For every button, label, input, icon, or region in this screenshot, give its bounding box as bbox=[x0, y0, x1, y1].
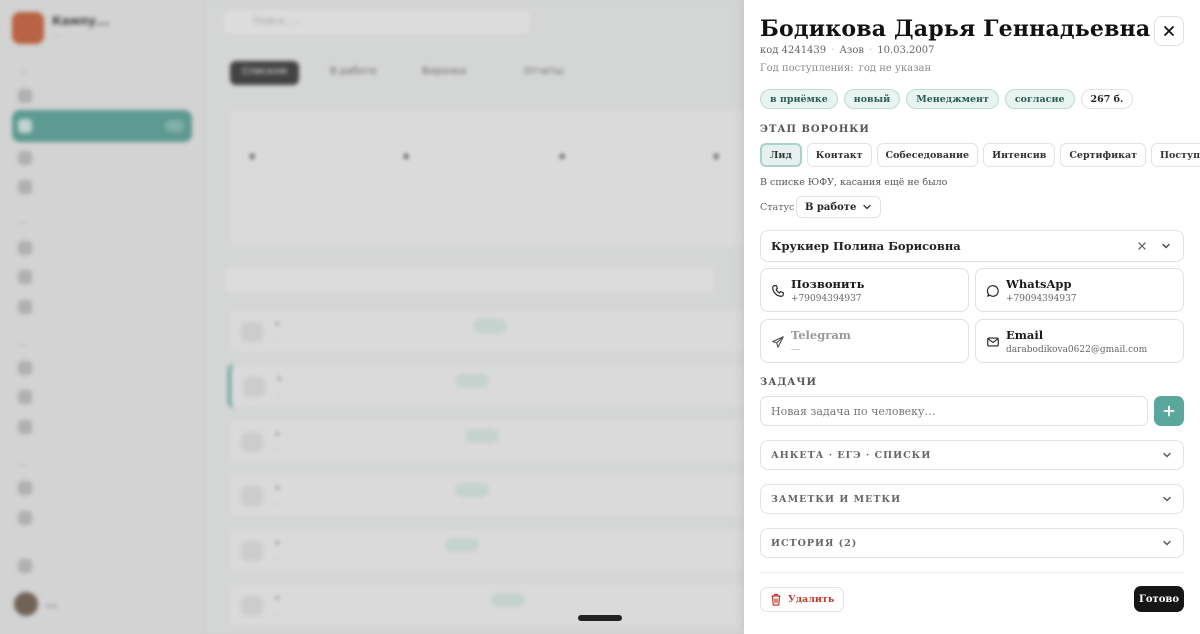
chevron-down-icon bbox=[1162, 243, 1170, 249]
section-title: АНКЕТА · ЕГЭ · СПИСКИ bbox=[771, 449, 932, 461]
stage-certificate[interactable]: Сертификат bbox=[1060, 143, 1147, 167]
stage-interview[interactable]: Собеседование bbox=[876, 143, 979, 167]
trash-icon bbox=[771, 593, 781, 606]
tasks-label: ЗАДАЧИ bbox=[760, 377, 817, 388]
contact-email-button[interactable]: Email darabodikova0622@gmail.com bbox=[975, 319, 1184, 363]
badge-score: 267 б. bbox=[1080, 89, 1134, 109]
status-select[interactable]: В работе bbox=[796, 196, 882, 218]
section-history[interactable]: ИСТОРИЯ (2) bbox=[760, 528, 1184, 558]
badge-program: Менеджмент bbox=[906, 89, 999, 109]
admission-year: Год поступления: год не указан bbox=[760, 63, 931, 74]
done-button[interactable]: Готово bbox=[1134, 586, 1184, 612]
stage-intensive[interactable]: Интенсив bbox=[983, 143, 1056, 167]
new-task-input[interactable] bbox=[760, 396, 1148, 426]
assignee-name: Крукиер Полина Борисовна bbox=[771, 239, 961, 253]
admission-year-value: год не указан bbox=[858, 63, 932, 74]
section-questionnaire[interactable]: АНКЕТА · ЕГЭ · СПИСКИ bbox=[760, 440, 1184, 470]
close-icon bbox=[1164, 26, 1174, 36]
close-button[interactable] bbox=[1154, 16, 1184, 46]
section-title: ЗАМЕТКИ И МЕТКИ bbox=[771, 493, 902, 505]
badge-consent: согласие bbox=[1004, 89, 1075, 109]
badge-row: в приёмке новый Менеджмент согласие 267 … bbox=[760, 89, 1134, 109]
person-birthdate: 10.03.2007 bbox=[877, 45, 935, 56]
status-value: В работе bbox=[805, 201, 857, 213]
section-notes[interactable]: ЗАМЕТКИ И МЕТКИ bbox=[760, 484, 1184, 514]
contact-value: darabodikova0622@gmail.com bbox=[1006, 345, 1148, 355]
scroll-handle[interactable] bbox=[578, 615, 622, 621]
stage-lead[interactable]: Лид bbox=[760, 143, 802, 167]
phone-icon bbox=[772, 285, 784, 297]
mail-icon bbox=[987, 337, 999, 347]
assignee-dropdown-toggle[interactable] bbox=[1159, 239, 1173, 253]
contact-whatsapp-button[interactable]: WhatsApp +79094394937 bbox=[975, 268, 1184, 312]
contact-label: Email bbox=[1006, 328, 1044, 342]
add-task-button[interactable] bbox=[1154, 396, 1184, 426]
funnel-stages: Лид Контакт Собеседование Интенсив Серти… bbox=[760, 143, 1200, 167]
funnel-label: ЭТАП ВОРОНКИ bbox=[760, 124, 870, 135]
chevron-down-icon bbox=[1163, 452, 1171, 458]
person-meta: код 4241439 · Азов · 10.03.2007 bbox=[760, 45, 934, 56]
contact-label: Telegram bbox=[791, 328, 851, 342]
chevron-down-icon bbox=[1163, 540, 1171, 546]
contact-label: Позвонить bbox=[791, 277, 865, 291]
stage-note: В списке ЮФУ, касания ещё не было bbox=[760, 177, 948, 188]
admission-year-label: Год поступления: bbox=[760, 63, 854, 74]
contact-label: WhatsApp bbox=[1006, 277, 1072, 291]
person-drawer: Бодикова Дарья Геннадьевна код 4241439 ·… bbox=[744, 0, 1200, 634]
person-code: код 4241439 bbox=[760, 45, 827, 56]
clear-icon bbox=[1138, 242, 1146, 250]
badge-new: новый bbox=[843, 89, 901, 109]
person-name: Бодикова Дарья Геннадьевна bbox=[760, 16, 1151, 42]
contact-telegram-button[interactable]: Telegram — bbox=[760, 319, 969, 363]
assignee-select[interactable]: Крукиер Полина Борисовна bbox=[760, 230, 1184, 262]
whatsapp-icon bbox=[986, 285, 999, 297]
contact-value: +79094394937 bbox=[791, 294, 862, 304]
stage-contact[interactable]: Контакт bbox=[806, 143, 872, 167]
contact-value: — bbox=[791, 345, 800, 355]
chevron-down-icon bbox=[1163, 496, 1171, 502]
chevron-down-icon bbox=[863, 204, 871, 210]
contact-call-button[interactable]: Позвонить +79094394937 bbox=[760, 268, 969, 312]
meta-separator: · bbox=[869, 45, 873, 56]
clear-assignee-button[interactable] bbox=[1135, 239, 1149, 253]
person-city: Азов bbox=[839, 45, 865, 56]
stage-enrolled[interactable]: Поступил bbox=[1151, 143, 1200, 167]
telegram-icon bbox=[772, 336, 784, 348]
footer-divider bbox=[760, 572, 1184, 573]
contact-value: +79094394937 bbox=[1006, 294, 1077, 304]
plus-icon bbox=[1163, 405, 1175, 417]
delete-label: Удалить bbox=[788, 594, 835, 605]
status-label: Статус bbox=[760, 202, 795, 213]
section-title: ИСТОРИЯ (2) bbox=[771, 537, 858, 549]
meta-separator: · bbox=[831, 45, 835, 56]
delete-button[interactable]: Удалить bbox=[760, 587, 845, 612]
badge-stage: в приёмке bbox=[760, 89, 838, 109]
